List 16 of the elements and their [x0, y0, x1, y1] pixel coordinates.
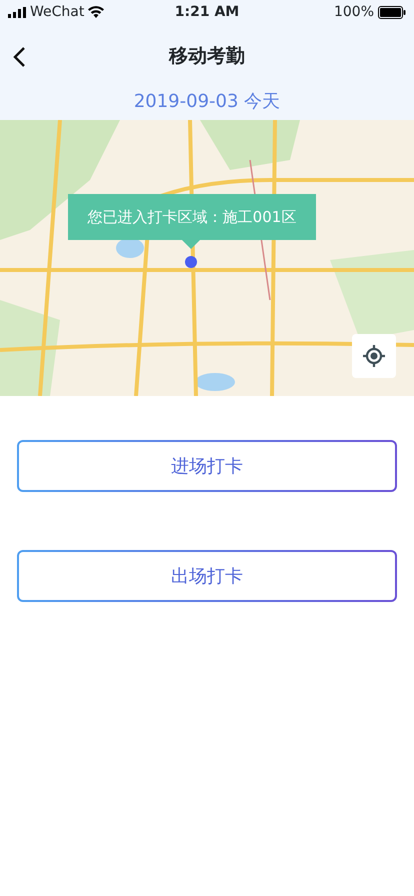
locate-button[interactable]	[352, 334, 396, 378]
locate-icon	[362, 344, 386, 368]
date-label: 2019-09-03 今天	[134, 91, 280, 112]
punch-button[interactable]: 进场打卡	[17, 440, 397, 492]
status-time: 1:21 AM	[174, 2, 240, 22]
punch-button[interactable]: 出场打卡	[17, 550, 397, 602]
carrier-label: WeChat	[30, 2, 84, 22]
notice-pointer	[181, 239, 201, 249]
battery-icon	[378, 6, 406, 18]
wifi-icon	[88, 6, 104, 18]
page-title: 移动考勤	[169, 44, 245, 67]
back-icon	[12, 46, 26, 68]
area-notice: 您已进入打卡区域：施工001区	[68, 194, 316, 240]
back-button[interactable]	[12, 44, 26, 68]
battery-level: 100%	[334, 2, 374, 22]
signal-icon	[8, 6, 26, 18]
